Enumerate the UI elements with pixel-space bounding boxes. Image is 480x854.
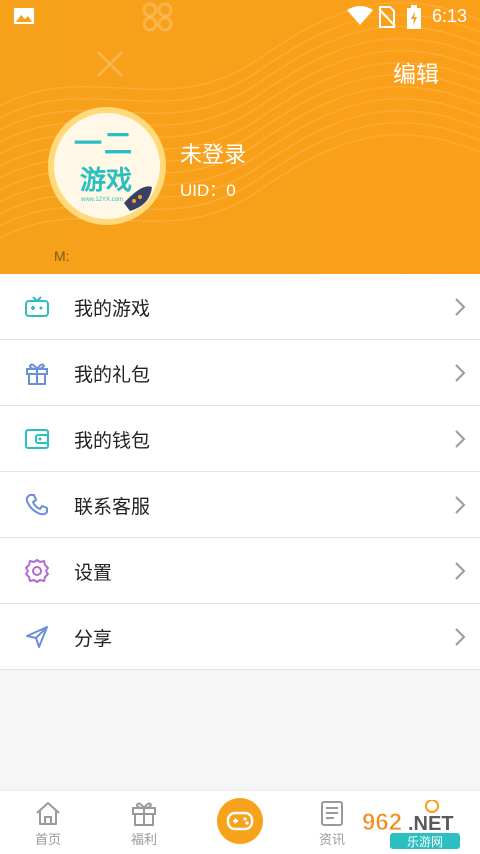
gear-icon (25, 559, 49, 583)
chevron-right-icon (455, 430, 466, 448)
svg-text:www.12YX.com: www.12YX.com (80, 197, 123, 203)
menu-item-settings[interactable]: 设置 (0, 538, 480, 604)
menu-item-my-games[interactable]: 我的游戏 (0, 274, 480, 340)
chevron-right-icon (455, 364, 466, 382)
chevron-right-icon (455, 562, 466, 580)
no-sim-icon (378, 6, 396, 28)
menu-item-my-gifts[interactable]: 我的礼包 (0, 340, 480, 406)
chevron-right-icon (455, 298, 466, 316)
battery-icon (407, 5, 421, 29)
menu-item-share[interactable]: 分享 (0, 604, 480, 670)
watermark-logo-image: 962 .NET 乐游网 (362, 799, 460, 849)
watermark: 962 .NET 乐游网 (350, 799, 480, 850)
svg-text:乐游网: 乐游网 (407, 835, 443, 849)
status-bar: 6:13 (0, 0, 480, 34)
edit-button[interactable]: 编辑 (393, 55, 439, 89)
menu-item-label: 联系客服 (74, 496, 151, 518)
svg-text:962: 962 (362, 809, 402, 836)
menu-list: 我的游戏 我的礼包 我的钱包 联系客服 设置 分享 (0, 274, 480, 670)
home-icon (36, 802, 60, 825)
tab-home[interactable]: 首页 (8, 791, 88, 854)
svg-text:二: 二 (104, 127, 132, 160)
gift-icon (132, 802, 156, 826)
gift-icon (26, 363, 48, 385)
gamepad-icon (226, 811, 254, 831)
clock: 6:13 (432, 6, 468, 26)
gallery-icon (14, 8, 34, 24)
gamepad-icon (25, 296, 49, 317)
m-label: M: (54, 248, 70, 264)
tab-label: 首页 (34, 833, 61, 848)
menu-item-my-wallet[interactable]: 我的钱包 (0, 406, 480, 472)
menu-item-label: 分享 (74, 628, 113, 650)
user-id: UID：0 (180, 181, 236, 200)
tab-label: 福利 (130, 833, 157, 848)
avatar-logo-image: 一 二 游戏 www.12YX.com (54, 113, 160, 219)
chevron-right-icon (455, 496, 466, 514)
tab-welfare[interactable]: 福利 (104, 791, 184, 854)
username[interactable]: 未登录 (180, 137, 246, 169)
svg-text:一: 一 (74, 127, 102, 160)
menu-item-label: 我的礼包 (74, 364, 151, 386)
svg-text:游戏: 游戏 (80, 166, 132, 196)
menu-item-customer-service[interactable]: 联系客服 (0, 472, 480, 538)
avatar[interactable]: 一 二 游戏 www.12YX.com (48, 107, 166, 225)
menu-item-label: 我的游戏 (74, 298, 151, 320)
chevron-right-icon (455, 628, 466, 646)
menu-item-label: 我的钱包 (74, 430, 151, 452)
profile-header: 6:13 编辑 一 二 游戏 www.12YX.com 未登录 UID：0 M: (0, 0, 480, 274)
share-icon (26, 626, 48, 648)
menu-item-label: 设置 (74, 562, 113, 584)
svg-text:.NET: .NET (408, 813, 454, 835)
wallet-icon (25, 429, 49, 449)
wifi-icon (347, 6, 373, 25)
tab-games[interactable] (217, 798, 263, 844)
news-icon (321, 801, 343, 826)
phone-icon (25, 494, 48, 516)
